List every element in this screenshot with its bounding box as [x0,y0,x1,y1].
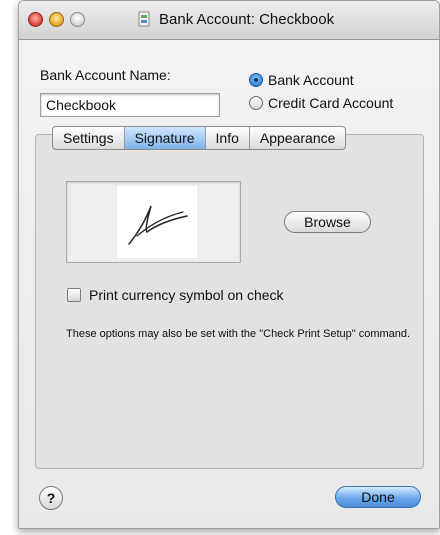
done-button[interactable]: Done [335,486,421,508]
radio-bank-account[interactable]: Bank Account [249,72,354,88]
signature-well[interactable] [66,181,241,263]
radio-selected-icon [249,73,263,87]
print-currency-label: Print currency symbol on check [89,287,284,303]
radio-bank-account-label: Bank Account [268,72,354,88]
zoom-window-button[interactable] [70,12,85,27]
browse-button[interactable]: Browse [284,211,371,233]
minimize-window-button[interactable] [49,12,64,27]
account-name-field[interactable]: Checkbook [40,93,220,117]
help-button[interactable]: ? [39,486,63,510]
tab-signature[interactable]: Signature [124,127,206,149]
tab-info[interactable]: Info [206,127,250,149]
document-icon [138,11,150,27]
radio-unselected-icon [249,96,263,110]
options-note: These options may also be set with the "… [66,328,411,340]
radio-credit-card-label: Credit Card Account [268,95,394,111]
tab-bar: Settings Signature Info Appearance [52,126,347,150]
title-bar[interactable]: Bank Account: Checkbook [19,1,439,40]
tab-appearance[interactable]: Appearance [250,127,346,149]
window-title: Bank Account: Checkbook [159,11,335,28]
close-window-button[interactable] [28,12,43,27]
radio-credit-card-account[interactable]: Credit Card Account [249,95,393,111]
signature-image [117,186,197,258]
tab-settings[interactable]: Settings [53,127,125,149]
bank-account-window: Bank Account: Checkbook Bank Account Nam… [18,0,440,529]
account-name-label: Bank Account Name: [40,67,171,83]
print-currency-checkbox[interactable] [67,288,81,302]
